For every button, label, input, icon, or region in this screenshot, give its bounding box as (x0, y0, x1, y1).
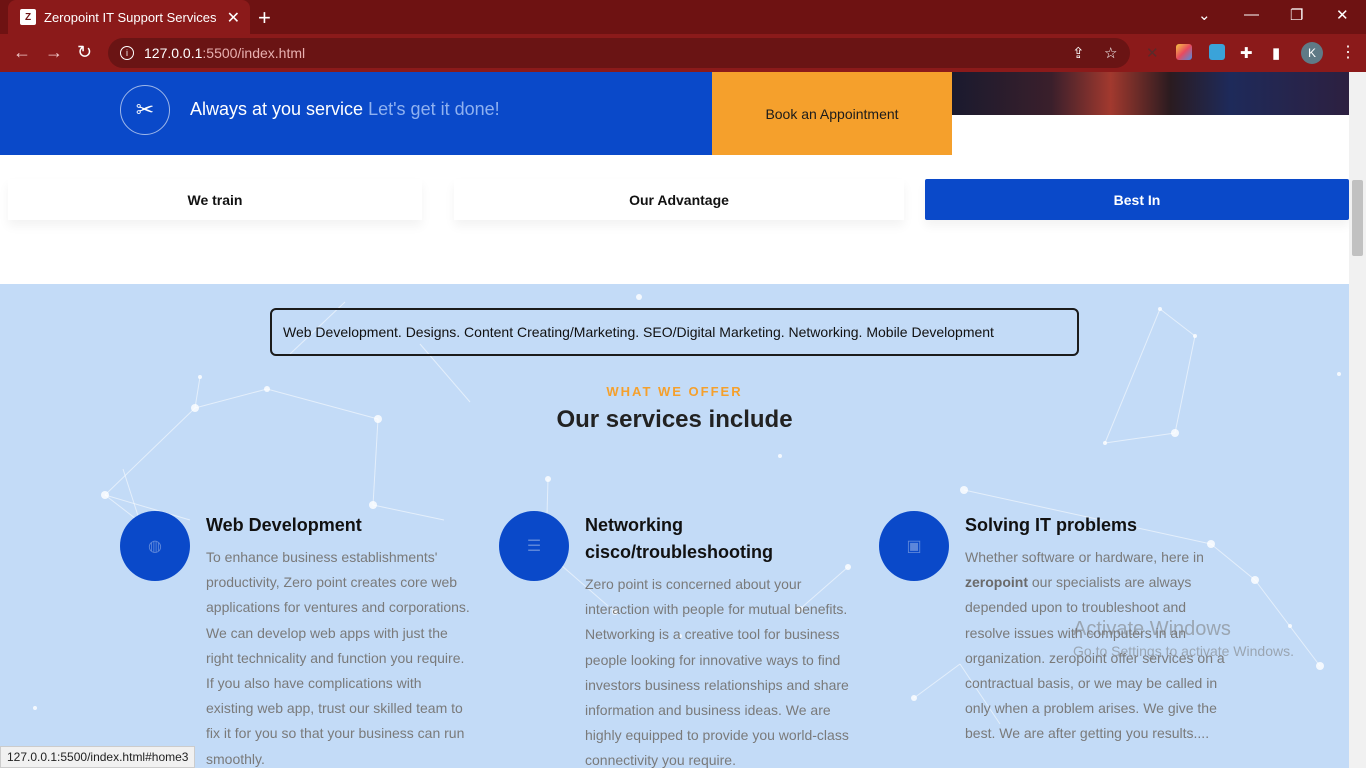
feature-tabs: We train Our Advantage Best In (0, 179, 1349, 220)
description-line: If you also have complications with (206, 675, 422, 692)
description-line: productivity, Zero point creates core we… (206, 574, 458, 591)
description-line: existing web app, trust our skilled team… (206, 700, 463, 717)
description-line: To enhance business establishments' (206, 549, 438, 565)
service-title-line: Networking (585, 515, 684, 535)
tab-we-train[interactable]: We train (8, 179, 422, 220)
address-bar[interactable]: i 127.0.0.1:5500/index.html (108, 38, 1130, 68)
side-panel-icon[interactable]: ▮ (1272, 44, 1280, 62)
section-heading: Our services include (556, 406, 793, 433)
brand-name-bold: zeropoint (965, 574, 1028, 591)
restore-icon[interactable]: ❐ (1290, 6, 1303, 24)
book-appointment-button[interactable]: Book an Appointment (712, 72, 952, 155)
url-host: 127.0.0.1 (144, 45, 203, 61)
tab-strip: Z Zeropoint IT Support Services ✕ + ⌄ — … (0, 0, 1366, 34)
service-banner: ✂ Always at you service Let's get it don… (0, 72, 712, 155)
description-line: connectivity you require. (585, 752, 736, 768)
site-info-icon[interactable]: i (120, 46, 134, 60)
hero-image (952, 72, 1349, 115)
banner-accent: Let's get it done! (368, 99, 500, 119)
description-line: Whether software or hardware, here in (965, 549, 1204, 565)
share-icon[interactable]: ⇪ (1072, 44, 1085, 62)
description-line: Networking is a creative tool for busine… (585, 626, 840, 643)
description-line: zeropoint our specialists are always (965, 570, 1235, 595)
color-extension-icon[interactable] (1176, 44, 1192, 60)
server-icon: ☰ (499, 511, 569, 581)
description-line: interaction with people for mutual benef… (585, 601, 848, 618)
description-line: only when a problem arises. We give the (965, 700, 1217, 717)
browser-menu-icon[interactable]: ⋮ (1340, 42, 1356, 62)
description-line: people looking for innovative ways to fi… (585, 651, 841, 668)
tab-best-in[interactable]: Best In (925, 179, 1349, 220)
windows-activation-watermark: Activate Windows Go to Settings to activ… (1073, 618, 1294, 659)
browser-toolbar: ← → ↻ i 127.0.0.1:5500/index.html ⇪ ☆ ✕ … (0, 34, 1366, 72)
tab-search-icon[interactable]: ⌄ (1198, 6, 1211, 24)
service-description: To enhance business establishments' prod… (206, 545, 476, 768)
description-fragment: our specialists are always (1028, 574, 1192, 591)
service-title: Web Development (206, 515, 362, 535)
site-favicon-icon: Z (20, 9, 36, 25)
description-line: We can develop web apps with just the (206, 624, 448, 641)
description-line: contractual basis, or we may be called i… (965, 675, 1218, 692)
watermark-title: Activate Windows (1073, 618, 1231, 640)
service-description: Zero point is concerned about your inter… (585, 572, 855, 768)
screen-extension-icon[interactable] (1209, 44, 1225, 60)
tab-title: Zeropoint IT Support Services (44, 9, 217, 25)
banner-tagline: Always at you service (190, 99, 364, 119)
back-icon[interactable]: ← (13, 42, 31, 63)
service-title-line: cisco/troubleshooting (585, 542, 774, 562)
description-line: smoothly. (206, 750, 265, 767)
page-viewport: ✂ Always at you service Let's get it don… (0, 72, 1349, 768)
url-path: :5500/index.html (202, 45, 306, 61)
description-line: investors business relationships and sha… (585, 676, 849, 693)
page-scrollbar[interactable] (1349, 72, 1366, 768)
services-ticker: Web Development. Designs. Content Creati… (270, 308, 1079, 356)
description-line: right technicality and function you requ… (206, 649, 465, 666)
banner-text: Always at you service Let's get it done! (190, 99, 500, 120)
close-tab-icon[interactable]: ✕ (227, 8, 240, 28)
chip-icon: ▣ (879, 511, 949, 581)
reload-icon[interactable]: ↻ (77, 42, 92, 63)
tab-our-advantage[interactable]: Our Advantage (454, 179, 904, 220)
description-line: highly equipped to provide you world-cla… (585, 727, 849, 744)
section-eyebrow: WHAT WE OFFER (606, 384, 743, 399)
service-title: Networking cisco/troubleshooting (585, 512, 875, 566)
profile-avatar[interactable]: K (1301, 42, 1323, 64)
scrollbar-thumb[interactable] (1352, 180, 1363, 256)
service-title: Solving IT problems (965, 515, 1138, 535)
watermark-subtitle: Go to Settings to activate Windows. (1073, 643, 1294, 659)
description-line: information and business ideas. We are (585, 702, 831, 719)
x-extension-icon[interactable]: ✕ (1146, 44, 1159, 62)
description-line: depended upon to troubleshoot and (965, 599, 1187, 616)
description-line: best. We are after getting you results..… (965, 725, 1210, 742)
link-status-bar: 127.0.0.1:5500/index.html#home3 (0, 746, 196, 768)
description-line: Zero point is concerned about your (585, 576, 802, 592)
globe-icon: ◍ (120, 511, 190, 581)
forward-icon[interactable]: → (45, 42, 63, 63)
bookmark-star-icon[interactable]: ☆ (1104, 44, 1117, 62)
new-tab-icon[interactable]: + (258, 5, 271, 31)
close-window-icon[interactable]: ✕ (1336, 6, 1349, 24)
minimize-icon[interactable]: — (1244, 6, 1259, 23)
description-line: applications for ventures and corporatio… (206, 599, 470, 616)
services-section: Web Development. Designs. Content Creati… (0, 284, 1349, 768)
tools-icon: ✂ (120, 85, 170, 135)
description-line: fix it for you so that your business can… (206, 725, 465, 742)
browser-tab[interactable]: Z Zeropoint IT Support Services ✕ (8, 0, 250, 34)
extensions-puzzle-icon[interactable]: ✚ (1240, 44, 1253, 62)
